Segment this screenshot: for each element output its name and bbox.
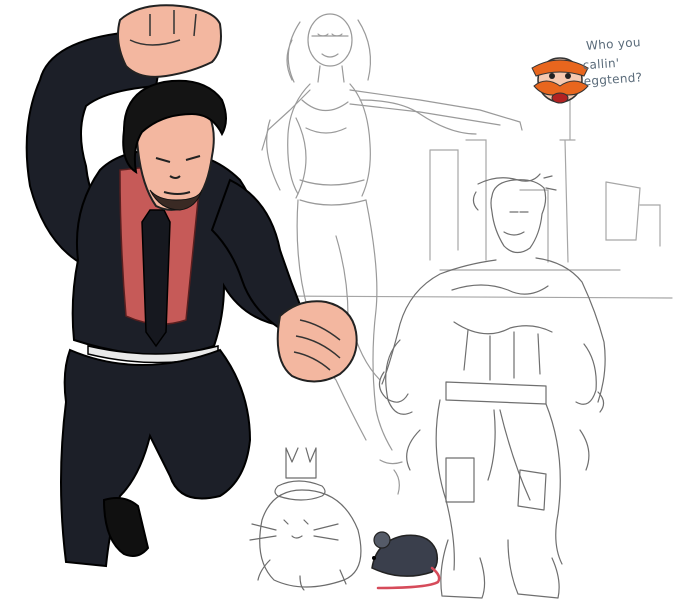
rat-with-hat-sketch: [249, 447, 362, 591]
caption-line-2: callin' eggtend?: [582, 55, 643, 89]
small-gray-rat: [371, 531, 441, 590]
black-tie: [141, 209, 171, 348]
muscle-man-figure-sketch: [378, 173, 606, 599]
city-skyline-sketch: [267, 99, 673, 299]
woman-figure-sketch: [261, 13, 523, 495]
egghead-face-doodle: [531, 57, 589, 104]
sketch-canvas: [25, 4, 673, 599]
hero-legs: [60, 348, 252, 568]
lower-fist: [276, 300, 358, 383]
hero-shoe: [102, 497, 150, 557]
